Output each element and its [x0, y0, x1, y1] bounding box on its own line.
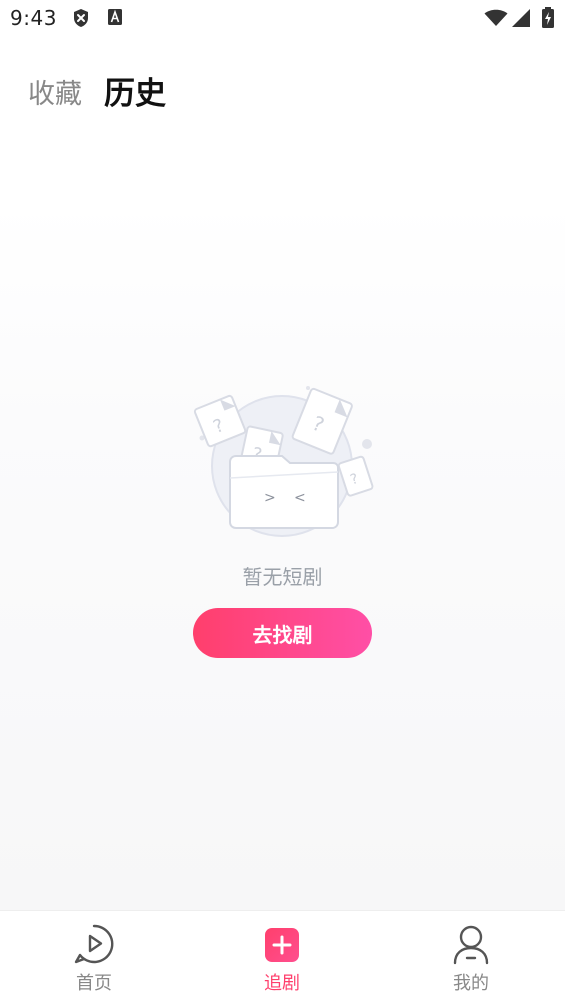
plus-square-icon — [264, 927, 300, 967]
nav-label-follow: 追剧 — [264, 973, 300, 994]
empty-message: 暂无短剧 — [242, 565, 323, 589]
wifi-icon — [484, 9, 508, 31]
nav-item-follow[interactable]: 追剧 — [188, 911, 376, 1005]
battery-charging-icon — [541, 7, 555, 33]
status-time: 9:43 — [10, 6, 57, 30]
play-circle-icon — [73, 923, 115, 969]
shield-x-icon — [72, 8, 90, 32]
nav-item-me[interactable]: 我的 — [377, 911, 565, 1005]
status-bar: 9:43 — [0, 0, 565, 36]
find-drama-button[interactable]: 去找剧 — [193, 608, 372, 658]
svg-text:<: < — [294, 490, 306, 506]
nav-label-me: 我的 — [453, 973, 489, 994]
user-icon — [451, 923, 491, 969]
tab-history[interactable]: 历史 — [104, 68, 166, 113]
empty-folder-icon: ? ? ? ? > < — [186, 380, 382, 540]
nav-item-home[interactable]: 首页 — [0, 911, 188, 1005]
signal-icon — [511, 9, 531, 31]
font-a-icon — [107, 8, 123, 30]
svg-text:>: > — [264, 490, 276, 506]
bottom-nav: 首页 追剧 我的 — [0, 910, 565, 1005]
tab-favorites[interactable]: 收藏 — [28, 72, 82, 111]
nav-label-home: 首页 — [76, 973, 112, 994]
